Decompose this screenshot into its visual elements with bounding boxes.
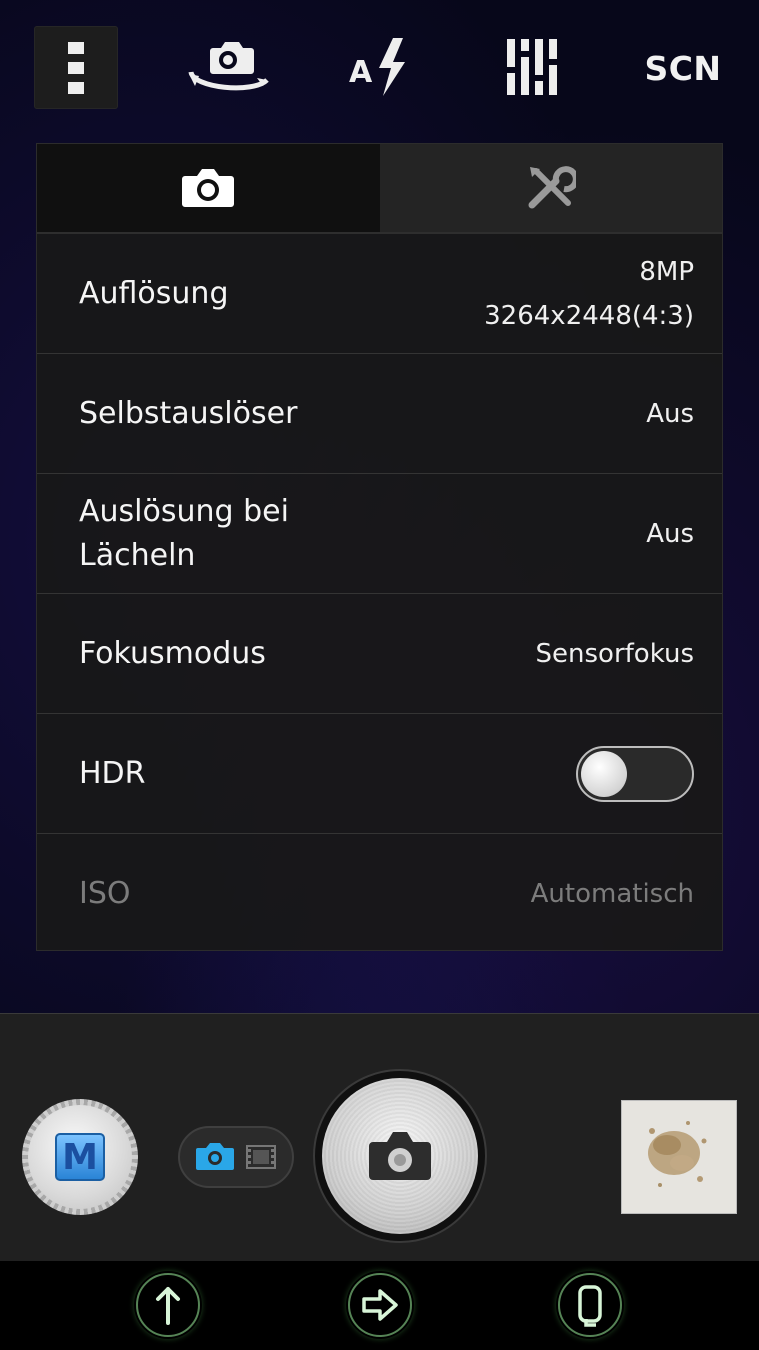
manual-mode-dial[interactable]: M bbox=[22, 1099, 138, 1215]
capture-controls: M bbox=[0, 1013, 759, 1262]
setting-label: HDR bbox=[79, 755, 146, 791]
setting-value: 8MP 3264x2448(4:3) bbox=[484, 250, 694, 338]
nav-next-button[interactable] bbox=[346, 1271, 414, 1339]
up-arrow-icon bbox=[136, 1273, 200, 1337]
setting-label: Auflösung bbox=[79, 275, 229, 311]
camera-icon bbox=[196, 1143, 234, 1170]
manual-mode-badge: M bbox=[55, 1133, 105, 1181]
flash-mode-button[interactable]: A bbox=[344, 32, 416, 104]
sliders-icon bbox=[505, 39, 557, 95]
tab-general-settings[interactable] bbox=[379, 144, 722, 232]
shutter-button-ring bbox=[313, 1069, 487, 1243]
setting-focus-mode[interactable]: Fokusmodus Sensorfokus bbox=[37, 594, 722, 714]
setting-value: Sensorfokus bbox=[535, 638, 694, 669]
setting-value: Aus bbox=[646, 518, 694, 549]
mode-dial-face: M bbox=[28, 1105, 132, 1209]
photo-video-switch[interactable] bbox=[178, 1126, 294, 1188]
scene-button[interactable]: SCN bbox=[640, 40, 726, 96]
system-nav-bar bbox=[0, 1261, 759, 1350]
hdr-toggle[interactable] bbox=[576, 745, 694, 802]
setting-hdr: HDR bbox=[37, 714, 722, 834]
tab-camera-settings[interactable] bbox=[37, 144, 380, 232]
setting-label: Selbstauslöser bbox=[79, 395, 298, 431]
auto-flash-icon: A bbox=[349, 38, 405, 96]
film-icon bbox=[246, 1145, 276, 1169]
nav-phone-button[interactable] bbox=[556, 1271, 624, 1339]
phone-icon bbox=[558, 1273, 622, 1337]
nav-up-button[interactable] bbox=[134, 1271, 202, 1339]
setting-label: ISO bbox=[79, 876, 131, 911]
resolution-dimensions: 3264x2448(4:3) bbox=[484, 300, 694, 331]
right-arrow-icon bbox=[348, 1273, 412, 1337]
thumbnail-image bbox=[622, 1101, 736, 1213]
setting-value: Aus bbox=[646, 398, 694, 429]
setting-value: Automatisch bbox=[530, 879, 694, 909]
tools-icon bbox=[528, 166, 576, 209]
switch-camera-button[interactable] bbox=[180, 30, 276, 108]
setting-iso: ISO Automatisch bbox=[37, 834, 722, 954]
setting-self-timer[interactable]: Selbstauslöser Aus bbox=[37, 354, 722, 474]
camera-icon bbox=[182, 169, 235, 207]
resolution-megapixels: 8MP bbox=[639, 256, 694, 287]
setting-resolution[interactable]: Auflösung 8MP 3264x2448(4:3) bbox=[37, 234, 722, 354]
adjustments-button[interactable] bbox=[500, 34, 562, 100]
vertical-dots-icon bbox=[68, 41, 84, 94]
setting-label: Fokusmodus bbox=[79, 635, 266, 671]
settings-panel: Auflösung 8MP 3264x2448(4:3) Selbstauslö… bbox=[36, 143, 723, 951]
menu-button[interactable] bbox=[34, 26, 118, 109]
setting-smile-shutter[interactable]: Auslösung bei Lächeln Aus bbox=[37, 474, 722, 594]
settings-tabs bbox=[37, 144, 722, 234]
last-photo-thumbnail[interactable] bbox=[621, 1100, 737, 1214]
camera-icon bbox=[369, 1132, 431, 1180]
toggle-knob bbox=[581, 750, 627, 797]
top-toolbar: A SCN bbox=[0, 0, 759, 135]
shutter-button[interactable] bbox=[322, 1078, 478, 1234]
switch-camera-icon bbox=[188, 42, 269, 91]
setting-label: Auslösung bei Lächeln bbox=[79, 493, 289, 573]
svg-text:A: A bbox=[349, 55, 373, 90]
